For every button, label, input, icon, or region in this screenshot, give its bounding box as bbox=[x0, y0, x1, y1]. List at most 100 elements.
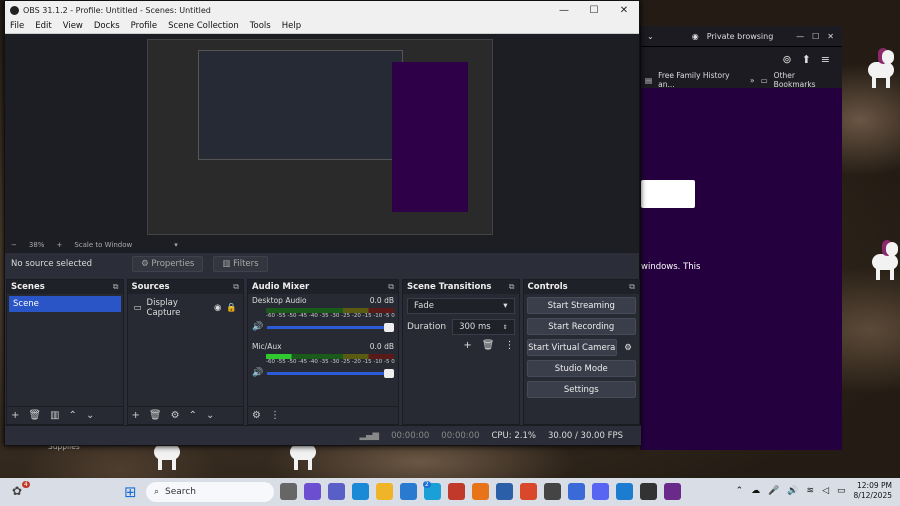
shield-icon[interactable] bbox=[448, 483, 465, 500]
extensions-icon[interactable]: ⬆ bbox=[802, 53, 811, 66]
app-icon[interactable] bbox=[544, 483, 561, 500]
menu-view[interactable]: View bbox=[63, 21, 83, 31]
properties-button[interactable]: ⚙ Properties bbox=[132, 255, 204, 272]
menu-edit[interactable]: Edit bbox=[35, 21, 51, 31]
move-up-icon[interactable]: ⌃ bbox=[189, 410, 197, 421]
mic-icon[interactable]: 🎤 bbox=[768, 486, 779, 496]
start-streaming-button[interactable]: Start Streaming bbox=[526, 297, 636, 314]
trash-icon[interactable]: 🗑 bbox=[482, 340, 495, 351]
filters-button[interactable]: ▥ Filters bbox=[213, 255, 268, 272]
scene-item[interactable]: Scene bbox=[9, 296, 121, 312]
cloud-icon[interactable]: ☁ bbox=[751, 486, 760, 496]
menu-docks[interactable]: Docks bbox=[94, 21, 120, 31]
more-bookmarks-icon[interactable]: » bbox=[750, 76, 755, 85]
trash-icon[interactable]: 🗑 bbox=[149, 410, 162, 421]
dock-undock-icon[interactable]: ⧉ bbox=[233, 282, 239, 292]
selection-status: No source selected bbox=[11, 258, 93, 269]
chevron-up-icon[interactable]: ⌃ bbox=[736, 486, 744, 496]
app-icon[interactable] bbox=[496, 483, 513, 500]
monitor-icon: ▭ bbox=[133, 303, 142, 313]
close-icon[interactable]: ✕ bbox=[827, 32, 834, 41]
widgets-icon[interactable]: ✿ bbox=[12, 484, 22, 498]
volume-slider[interactable] bbox=[267, 368, 394, 378]
more-icon[interactable]: ⋮ bbox=[505, 340, 515, 351]
bookmark-item[interactable]: Free Family History an... bbox=[658, 71, 744, 89]
minimize-icon[interactable]: — bbox=[796, 32, 804, 41]
menu-help[interactable]: Help bbox=[282, 21, 301, 31]
app-icon[interactable] bbox=[520, 483, 537, 500]
chevron-down-icon[interactable]: ⌄ bbox=[647, 32, 654, 41]
move-up-icon[interactable]: ⌃ bbox=[69, 410, 77, 421]
add-icon[interactable]: + bbox=[132, 410, 140, 421]
speaker-icon[interactable]: 🔊 bbox=[787, 486, 798, 496]
edge-icon[interactable] bbox=[352, 483, 369, 500]
studio-mode-button[interactable]: Studio Mode bbox=[526, 360, 636, 377]
eye-icon[interactable]: ◉ bbox=[214, 303, 221, 313]
menu-scene-collection[interactable]: Scene Collection bbox=[168, 21, 239, 31]
dock-undock-icon[interactable]: ⧉ bbox=[113, 282, 119, 292]
dock-undock-icon[interactable]: ⧉ bbox=[629, 282, 635, 292]
zoom-in-icon[interactable]: + bbox=[56, 241, 62, 249]
menu-profile[interactable]: Profile bbox=[131, 21, 157, 31]
maximize-icon[interactable]: ☐ bbox=[579, 5, 609, 16]
add-icon[interactable]: + bbox=[11, 410, 19, 421]
teams-icon[interactable] bbox=[328, 483, 345, 500]
obs-icon[interactable] bbox=[640, 483, 657, 500]
zoom-out-icon[interactable]: − bbox=[11, 241, 17, 249]
volume-slider[interactable] bbox=[267, 322, 394, 332]
volume-slider-knob[interactable] bbox=[384, 368, 394, 378]
gear-icon[interactable]: ⚙ bbox=[171, 410, 180, 421]
scale-mode[interactable]: Scale to Window bbox=[74, 241, 132, 249]
dock-undock-icon[interactable]: ⧉ bbox=[509, 282, 515, 292]
task-view-icon[interactable] bbox=[280, 483, 297, 500]
start-virtual-camera-button[interactable]: Start Virtual Camera bbox=[526, 339, 617, 356]
more-icon[interactable]: ⋮ bbox=[270, 410, 280, 421]
discord-icon[interactable] bbox=[592, 483, 609, 500]
wifi-icon[interactable]: ≋ bbox=[807, 486, 815, 496]
speaker-icon[interactable]: 🔊 bbox=[252, 368, 263, 378]
menu-icon[interactable]: ≡ bbox=[821, 53, 830, 66]
source-item[interactable]: ▭ Display Capture ◉ 🔒 bbox=[128, 294, 244, 322]
clock[interactable]: 12:09 PM 8/12/2025 bbox=[854, 481, 892, 501]
chevron-down-icon[interactable]: ▾ bbox=[174, 241, 178, 249]
menu-file[interactable]: File bbox=[10, 21, 24, 31]
pony-sticker bbox=[868, 240, 900, 280]
preview-canvas[interactable] bbox=[5, 34, 639, 238]
other-bookmarks[interactable]: Other Bookmarks bbox=[774, 71, 836, 89]
transition-select[interactable]: Fade ▾ bbox=[407, 298, 515, 314]
firefox-icon[interactable] bbox=[472, 483, 489, 500]
minimize-icon[interactable]: — bbox=[549, 5, 579, 16]
windows-start-icon[interactable]: ⊞ bbox=[124, 483, 137, 501]
start-recording-button[interactable]: Start Recording bbox=[526, 318, 636, 335]
dock-undock-icon[interactable]: ⧉ bbox=[388, 282, 394, 292]
search-box[interactable]: ⌕ Search bbox=[146, 482, 274, 502]
store-icon[interactable] bbox=[400, 483, 417, 500]
menu-tools[interactable]: Tools bbox=[250, 21, 271, 31]
battery-icon[interactable]: ▭ bbox=[837, 486, 846, 496]
move-down-icon[interactable]: ⌄ bbox=[206, 410, 214, 421]
add-icon[interactable]: + bbox=[463, 340, 471, 351]
duration-label: Duration bbox=[407, 322, 447, 332]
close-icon[interactable]: ✕ bbox=[609, 5, 639, 16]
copilot-icon[interactable] bbox=[304, 483, 321, 500]
trash-icon[interactable]: 🗑 bbox=[28, 410, 41, 421]
obs-window: OBS 31.1.2 - Profile: Untitled - Scenes:… bbox=[4, 0, 641, 446]
volume-icon[interactable]: ◁ bbox=[822, 486, 829, 496]
lock-icon[interactable]: 🔒 bbox=[226, 303, 237, 313]
duration-input[interactable]: 300 ms ⇕ bbox=[452, 319, 515, 335]
speaker-icon[interactable]: 🔊 bbox=[252, 322, 263, 332]
maximize-icon[interactable]: ☐ bbox=[812, 32, 819, 41]
filters-icon[interactable]: ▥ bbox=[50, 410, 59, 421]
account-icon[interactable]: ⊚ bbox=[782, 53, 791, 66]
audio-mixer-dock: Audio Mixer ⧉ Desktop Audio 0.0 dB -60 -55… bbox=[247, 279, 399, 425]
app-icon[interactable] bbox=[568, 483, 585, 500]
advanced-audio-icon[interactable]: ⚙ bbox=[252, 410, 261, 421]
move-down-icon[interactable]: ⌄ bbox=[86, 410, 94, 421]
app-icon[interactable] bbox=[664, 483, 681, 500]
settings-button[interactable]: Settings bbox=[526, 381, 636, 398]
notepad-icon[interactable] bbox=[616, 483, 633, 500]
volume-slider-knob[interactable] bbox=[384, 322, 394, 332]
gear-icon[interactable]: ⚙ bbox=[620, 339, 636, 356]
file-explorer-icon[interactable] bbox=[376, 483, 393, 500]
spin-arrows-icon[interactable]: ⇕ bbox=[502, 324, 507, 331]
